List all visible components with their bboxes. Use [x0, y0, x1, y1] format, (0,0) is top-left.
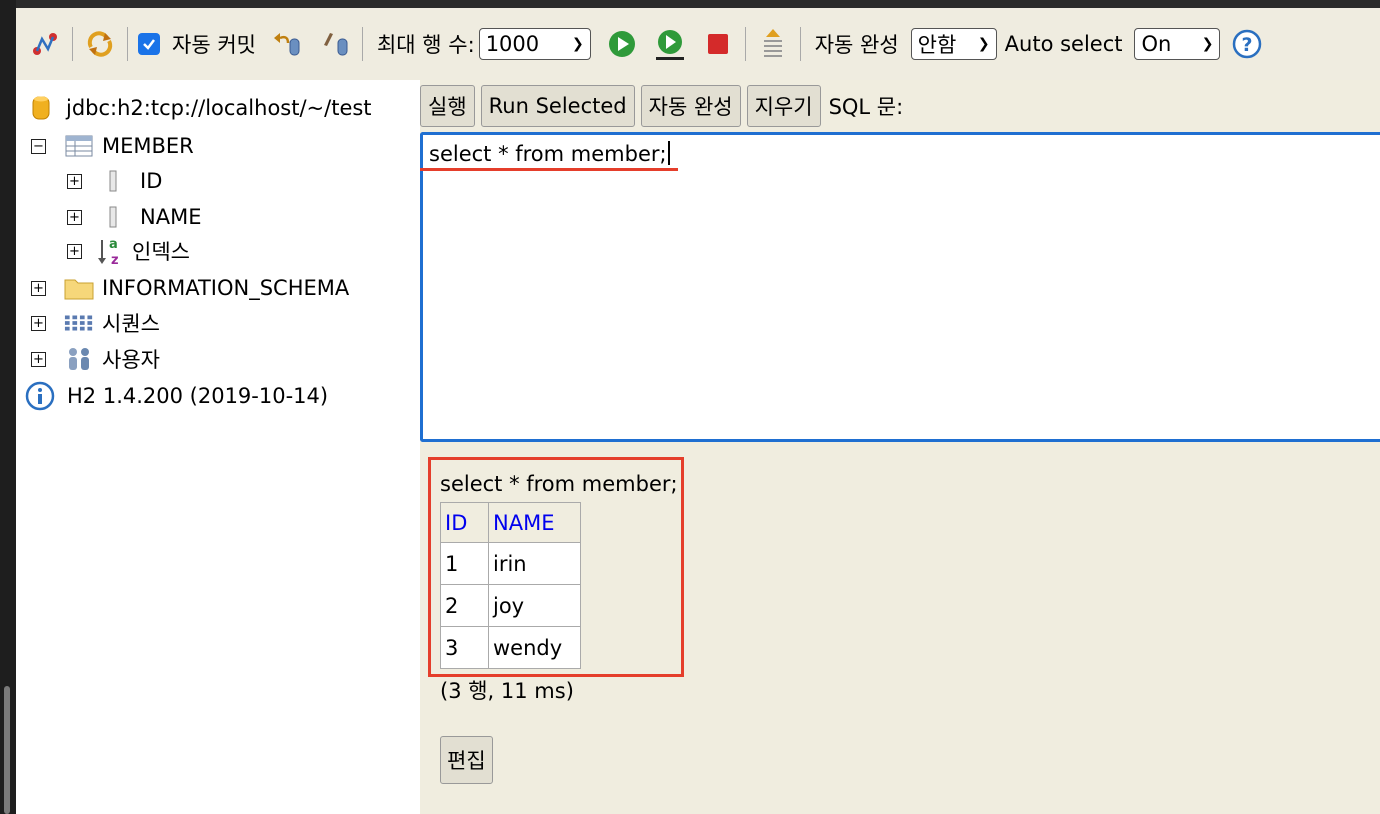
toolbar-separator — [799, 27, 801, 61]
result-header-name[interactable]: NAME — [488, 502, 581, 543]
expand-icon[interactable]: + — [67, 173, 82, 189]
collapse-icon[interactable]: − — [31, 138, 46, 154]
tree-users[interactable]: + 사용자 — [31, 342, 160, 376]
sql-editor[interactable]: select * from member; — [420, 132, 1380, 442]
chevron-down-icon: ❯ — [571, 36, 584, 52]
toolbar-separator — [744, 27, 746, 61]
main-panel: 실행 Run Selected 자동 완성 지우기 SQL 문: select … — [420, 80, 1380, 814]
clear-button[interactable]: 지우기 — [746, 85, 821, 127]
result-table: ID NAME 1 irin 2 joy 3 wendy — [440, 502, 581, 669]
autocomplete-select[interactable]: 안함 ❯ — [910, 28, 997, 60]
tree-indexes[interactable]: + az 인덱스 — [67, 234, 190, 268]
expand-icon[interactable]: + — [31, 280, 46, 296]
autocomplete-button[interactable]: 자동 완성 — [640, 85, 741, 127]
users-label: 사용자 — [102, 348, 160, 372]
autocomplete-value: 안함 — [917, 33, 957, 57]
tree-sequences[interactable]: + 시퀀스 — [31, 306, 160, 340]
table-row: 3 wendy — [440, 626, 581, 669]
text-caret — [667, 141, 670, 165]
window-top-edge — [16, 0, 1380, 8]
toolbar-separator — [72, 27, 73, 61]
run-icon[interactable] — [605, 27, 639, 61]
connection-url: jdbc:h2:tcp://localhost/~/test — [66, 96, 372, 120]
history-icon[interactable] — [756, 27, 790, 61]
toolbar-separator — [127, 27, 128, 61]
auto-select-select[interactable]: On ❯ — [1134, 28, 1221, 60]
column-icon — [98, 202, 128, 232]
table-row: 2 joy — [440, 584, 581, 627]
tree-information-schema[interactable]: + INFORMATION_SCHEMA — [31, 271, 349, 305]
run-selected-button[interactable]: Run Selected — [480, 85, 635, 127]
chevron-down-icon: ❯ — [977, 36, 990, 52]
users-icon — [64, 344, 94, 374]
column-name: NAME — [140, 205, 202, 229]
sql-statement-label: SQL 문: — [828, 95, 904, 119]
table-cell: 2 — [440, 584, 489, 627]
tree-version: H2 1.4.200 (2019-10-14) — [25, 379, 328, 413]
svg-text:z: z — [111, 253, 119, 266]
stop-icon[interactable] — [701, 27, 735, 61]
rollback-icon[interactable] — [270, 27, 304, 61]
sql-text: select * from member; — [429, 142, 667, 166]
column-icon — [98, 166, 128, 196]
auto-select-label: Auto select — [1004, 32, 1123, 56]
table-row: 1 irin — [440, 542, 581, 585]
max-rows-label: 최대 행 수: — [376, 33, 475, 57]
table-icon — [64, 131, 94, 161]
schema-name: INFORMATION_SCHEMA — [102, 276, 350, 300]
commit-icon[interactable] — [318, 27, 352, 61]
schema-tree: jdbc:h2:tcp://localhost/~/test − MEMBER … — [16, 80, 420, 814]
table-cell: wendy — [488, 626, 581, 669]
expand-icon[interactable]: + — [31, 315, 46, 331]
table-cell: 1 — [440, 542, 489, 585]
table-cell: irin — [488, 542, 581, 585]
tree-connection[interactable]: jdbc:h2:tcp://localhost/~/test — [28, 91, 372, 125]
result-header-row: ID NAME — [440, 502, 581, 543]
tree-column-id[interactable]: + ID — [67, 164, 162, 198]
max-rows-value: 1000 — [485, 32, 540, 56]
expand-icon[interactable]: + — [67, 209, 82, 225]
table-cell: 3 — [440, 626, 489, 669]
help-icon[interactable]: ? — [1230, 27, 1264, 61]
table-name: MEMBER — [102, 134, 194, 158]
highlight-underline — [420, 168, 678, 171]
expand-icon[interactable]: + — [67, 243, 82, 259]
run-button[interactable]: 실행 — [420, 85, 475, 127]
window-left-edge — [0, 0, 16, 814]
expand-icon[interactable]: + — [31, 351, 46, 367]
indexes-label: 인덱스 — [132, 240, 190, 264]
version-text: H2 1.4.200 (2019-10-14) — [67, 384, 329, 408]
edit-button[interactable]: 편집 — [440, 736, 493, 784]
table-cell: joy — [488, 584, 581, 627]
toolbar: 자동 커밋 최대 행 수: 1000 ❯ 자동 완성 안함 ❯ Auto sel… — [16, 8, 1380, 80]
index-sort-icon: az — [96, 236, 126, 266]
autocommit-label: 자동 커밋 — [172, 33, 256, 57]
run-selected-icon[interactable] — [653, 27, 687, 61]
tree-column-name[interactable]: + NAME — [67, 200, 201, 234]
database-icon — [28, 93, 54, 123]
auto-select-value: On — [1141, 32, 1172, 56]
refresh-icon[interactable] — [83, 27, 117, 61]
info-icon — [25, 381, 55, 411]
result-sql: select * from member; — [440, 472, 678, 496]
max-rows-select[interactable]: 1000 ❯ — [478, 28, 591, 60]
sequence-icon — [64, 308, 94, 338]
disconnect-icon[interactable] — [28, 27, 62, 61]
autocommit-checkbox[interactable] — [138, 33, 160, 55]
editor-button-row: 실행 Run Selected 자동 완성 지우기 SQL 문: — [420, 84, 903, 128]
folder-icon — [64, 273, 94, 303]
tree-table-member[interactable]: − MEMBER — [31, 129, 194, 163]
result-header-id[interactable]: ID — [440, 502, 489, 543]
svg-text:a: a — [109, 237, 118, 252]
toolbar-separator — [361, 27, 363, 61]
svg-text:?: ? — [1242, 34, 1253, 56]
chevron-down-icon: ❯ — [1201, 36, 1214, 52]
sequences-label: 시퀀스 — [102, 312, 160, 336]
autocomplete-label: 자동 완성 — [814, 33, 899, 57]
scrollbar-thumb[interactable] — [4, 686, 10, 814]
column-name: ID — [140, 169, 163, 193]
sql-editor-text[interactable]: select * from member; — [429, 141, 670, 166]
result-status: (3 행, 11 ms) — [440, 679, 574, 703]
